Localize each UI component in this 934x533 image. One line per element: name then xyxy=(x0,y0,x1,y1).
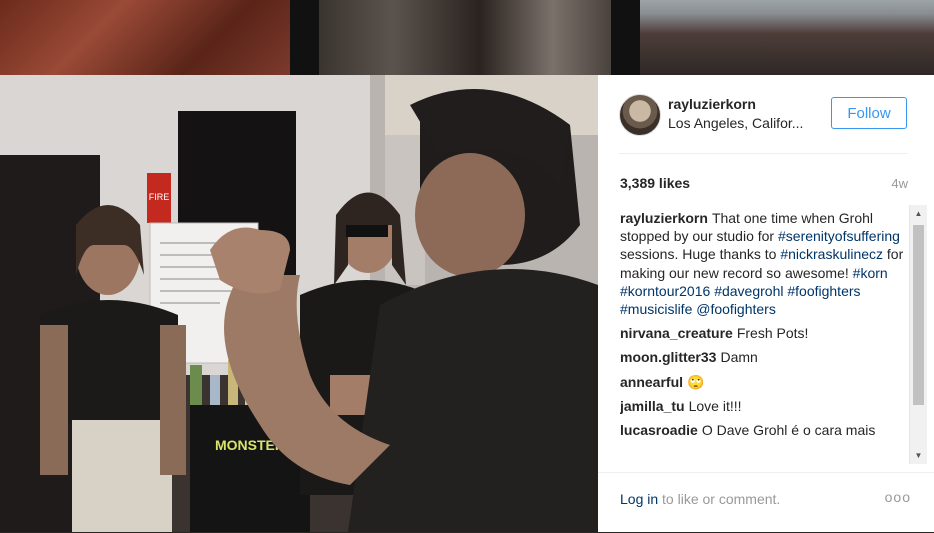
hashtag-link[interactable]: #korntour2016 xyxy=(620,283,710,299)
post-photo: FIRE MONSTER xyxy=(0,75,598,532)
scroll-down-arrow-icon[interactable]: ▼ xyxy=(910,447,927,464)
comment-username[interactable]: rayluzierkorn xyxy=(620,210,708,226)
scroll-up-arrow-icon[interactable]: ▲ xyxy=(910,205,927,222)
header-divider xyxy=(619,153,908,154)
login-link[interactable]: Log in xyxy=(620,491,658,507)
comment-text: Love it!!! xyxy=(688,397,742,414)
comment-text: 🙄 xyxy=(687,373,705,390)
comment-text: Damn xyxy=(720,349,758,366)
background-thumbnail-strip xyxy=(0,0,934,75)
comments-list: rayluzierkorn That one time when Grohl st… xyxy=(620,209,904,466)
comment-item: nirvana_creature Fresh Pots! xyxy=(620,324,904,342)
comment-item: jamilla_tu Love it!!! xyxy=(620,397,904,415)
comment-item: moon.glitter33 Damn xyxy=(620,348,904,366)
comment-item: annearful 🙄 xyxy=(620,373,904,391)
fire-sign-text: FIRE xyxy=(149,192,170,202)
comment-username[interactable]: annearful xyxy=(620,374,683,390)
comment-username[interactable]: lucasroadie xyxy=(620,422,698,438)
comments-scrollbar[interactable]: ▲ ▼ xyxy=(909,205,927,464)
comment-text: Fresh Pots! xyxy=(736,325,809,342)
post-location[interactable]: Los Angeles, Califor... xyxy=(668,115,818,131)
comment-text: O Dave Grohl é o cara mais xyxy=(701,422,876,439)
more-options-icon[interactable]: ooo xyxy=(885,489,911,505)
hashtag-link[interactable]: #korn xyxy=(853,265,888,281)
avatar[interactable] xyxy=(619,94,661,136)
login-prompt-text: to like or comment. xyxy=(658,491,781,507)
photo-illustration: FIRE MONSTER xyxy=(0,75,598,532)
post-header: rayluzierkorn Los Angeles, Califor... Fo… xyxy=(598,75,934,153)
login-prompt: Log in to like or comment. xyxy=(620,491,780,507)
comment-text: sessions. Huge thanks to xyxy=(620,246,781,263)
thumbnail-gap xyxy=(611,0,640,75)
comment-item: lucasroadie O Dave Grohl é o cara mais xyxy=(620,421,904,439)
comment-username[interactable]: jamilla_tu xyxy=(620,398,685,414)
comment-item: rayluzierkorn That one time when Grohl st… xyxy=(620,209,904,318)
hashtag-link[interactable]: #musicislife xyxy=(620,301,692,317)
hashtag-link[interactable]: #nickraskulinecz xyxy=(780,246,883,262)
follow-button[interactable]: Follow xyxy=(831,97,907,129)
thumbnail-concert-red[interactable] xyxy=(0,0,290,75)
thumbnail-gap xyxy=(290,0,319,75)
post-time[interactable]: 4w xyxy=(891,176,908,191)
likes-count[interactable]: 3,389 likes xyxy=(620,175,690,191)
thumbnail-studio[interactable] xyxy=(319,0,611,75)
comment-username[interactable]: nirvana_creature xyxy=(620,325,733,341)
post-username[interactable]: rayluzierkorn xyxy=(668,96,756,112)
hashtag-link[interactable]: #serenityofsuffering xyxy=(778,228,900,244)
post-side-panel: rayluzierkorn Los Angeles, Califor... Fo… xyxy=(598,75,934,532)
thumbnail-crowd[interactable] xyxy=(640,0,934,75)
post-footer: Log in to like or comment. ooo xyxy=(598,472,934,533)
hashtag-link[interactable]: #foofighters xyxy=(787,283,860,299)
scrollbar-thumb[interactable] xyxy=(913,225,924,405)
hashtag-link[interactable]: #davegrohl xyxy=(714,283,783,299)
comment-username[interactable]: moon.glitter33 xyxy=(620,349,716,365)
hashtag-link[interactable]: @foofighters xyxy=(696,301,776,317)
post-modal: FIRE MONSTER rayluzierkorn Los Angeles, … xyxy=(0,75,934,532)
